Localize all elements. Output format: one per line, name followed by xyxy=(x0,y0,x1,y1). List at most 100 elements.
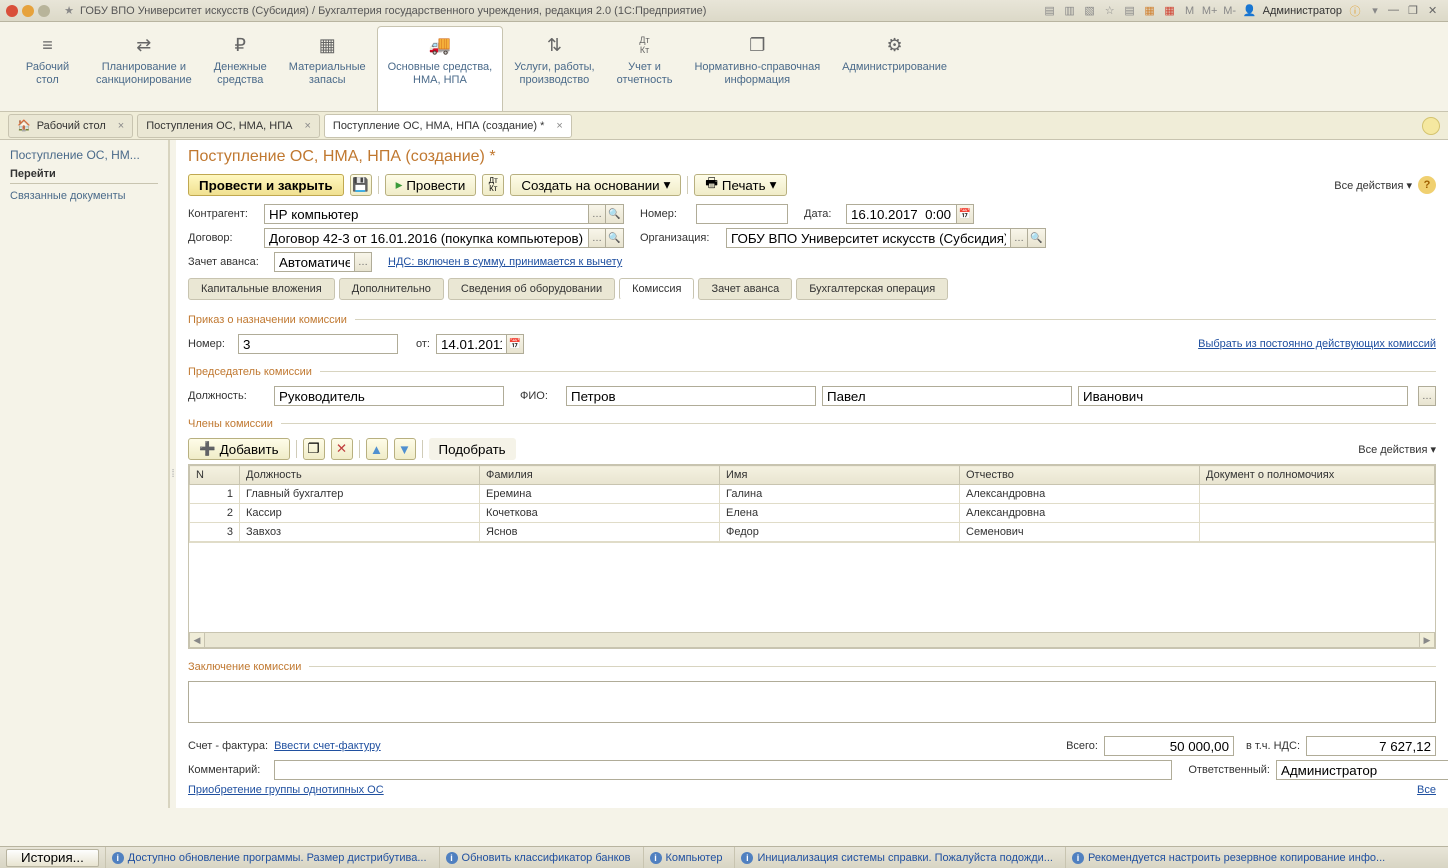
delete-row-button[interactable]: ✕ xyxy=(331,438,353,460)
tab-current[interactable]: Поступление ОС, НМА, НПА (создание) *× xyxy=(324,114,572,138)
nav-materials[interactable]: ▦Материальные запасы xyxy=(278,26,377,111)
col-n[interactable]: N xyxy=(190,466,240,485)
fio-last-input[interactable] xyxy=(566,386,816,406)
calendar-icon[interactable]: ▦ xyxy=(1163,4,1177,18)
tool-icon-1[interactable]: ▤ xyxy=(1043,4,1057,18)
maximize-button[interactable]: ❐ xyxy=(1408,4,1422,18)
tool-icon-3[interactable]: ▧ xyxy=(1083,4,1097,18)
sb-banks[interactable]: iОбновить классификатор банков xyxy=(439,847,637,868)
copy-row-button[interactable]: ❐ xyxy=(303,438,325,460)
mplus-button[interactable]: M+ xyxy=(1203,4,1217,18)
sb-update[interactable]: iДоступно обновление программы. Размер д… xyxy=(105,847,433,868)
info-icon[interactable]: ⓘ xyxy=(1348,4,1362,18)
tool-icon-5[interactable]: ▤ xyxy=(1123,4,1137,18)
print-button[interactable]: 🖶Печать ▾ xyxy=(694,174,787,196)
table-hscroll[interactable]: ◀ ▶ xyxy=(189,632,1435,648)
nav-desktop[interactable]: ≡Рабочий стол xyxy=(10,26,85,111)
conclusion-textarea[interactable] xyxy=(188,681,1436,723)
col-post[interactable]: Должность xyxy=(240,466,480,485)
date-input[interactable] xyxy=(846,204,956,224)
calendar-button[interactable]: 📅 xyxy=(506,334,524,354)
dogovor-input[interactable] xyxy=(264,228,588,248)
help-button[interactable]: ? xyxy=(1418,176,1436,194)
all-actions-menu[interactable]: Все действия ▾ xyxy=(1334,179,1412,192)
move-up-button[interactable]: ▲ xyxy=(366,438,388,460)
move-down-button[interactable]: ▼ xyxy=(394,438,416,460)
nav-assets[interactable]: 🚚Основные средства, НМА, НПА xyxy=(377,26,504,111)
nav-planning[interactable]: ⇄Планирование и санкционирование xyxy=(85,26,203,111)
mminus-button[interactable]: M- xyxy=(1223,4,1237,18)
chairman-post-input[interactable] xyxy=(274,386,504,406)
number-input[interactable] xyxy=(696,204,788,224)
tab-close-icon[interactable]: × xyxy=(556,120,562,132)
sb-computer[interactable]: iКомпьютер xyxy=(643,847,729,868)
col-mid[interactable]: Отчество xyxy=(960,466,1200,485)
tool-icon-2[interactable]: ▥ xyxy=(1063,4,1077,18)
itab-avans[interactable]: Зачет аванса xyxy=(698,278,792,300)
scroll-left-button[interactable]: ◀ xyxy=(189,632,205,648)
sb-help-init[interactable]: iИнициализация системы справки. Пожалуйс… xyxy=(734,847,1059,868)
nav-admin[interactable]: ⚙Администрирование xyxy=(831,26,958,111)
order-from-input[interactable] xyxy=(436,334,506,354)
history-button[interactable]: История... xyxy=(6,849,99,867)
col-doc[interactable]: Документ о полномочиях xyxy=(1200,466,1435,485)
table-row[interactable]: 2КассирКочетковаЕленаАлександровна xyxy=(190,504,1435,523)
fio-ellipsis-button[interactable]: … xyxy=(1418,386,1436,406)
scroll-right-button[interactable]: ▶ xyxy=(1419,632,1435,648)
ellipsis-button[interactable]: … xyxy=(588,228,606,248)
scroll-track[interactable] xyxy=(205,632,1419,648)
nav-services[interactable]: ⇅Услуги, работы, производство xyxy=(503,26,605,111)
comment-input[interactable] xyxy=(274,760,1172,780)
dtkt-button[interactable]: ДтКт xyxy=(482,174,504,196)
nav-money[interactable]: ₽Денежные средства xyxy=(203,26,278,111)
ellipsis-button[interactable]: … xyxy=(354,252,372,272)
zoom-light[interactable] xyxy=(38,5,50,17)
post-button[interactable]: ▸Провести xyxy=(385,174,477,196)
fio-mid-input[interactable] xyxy=(1078,386,1408,406)
avans-input[interactable] xyxy=(274,252,354,272)
sidebar-link-related-docs[interactable]: Связанные документы xyxy=(10,188,158,204)
dropdown-icon[interactable]: ▾ xyxy=(1368,4,1382,18)
choose-commission-link[interactable]: Выбрать из постоянно действующих комисси… xyxy=(1198,338,1436,350)
lookup-button[interactable]: 🔍 xyxy=(1028,228,1046,248)
org-input[interactable] xyxy=(726,228,1010,248)
nav-reference[interactable]: ❐Нормативно-справочная информация xyxy=(683,26,831,111)
itab-capital[interactable]: Капитальные вложения xyxy=(188,278,335,300)
tab-close-icon[interactable]: × xyxy=(304,120,310,132)
itab-equipment[interactable]: Сведения об оборудовании xyxy=(448,278,615,300)
itab-accounting-op[interactable]: Бухгалтерская операция xyxy=(796,278,948,300)
close-light[interactable] xyxy=(6,5,18,17)
itab-additional[interactable]: Дополнительно xyxy=(339,278,444,300)
close-button[interactable]: ✕ xyxy=(1428,4,1442,18)
minimize-button[interactable]: — xyxy=(1388,4,1402,18)
order-num-input[interactable] xyxy=(238,334,398,354)
col-last[interactable]: Фамилия xyxy=(480,466,720,485)
kontragent-input[interactable] xyxy=(264,204,588,224)
members-all-actions[interactable]: Все действия ▾ xyxy=(1358,443,1436,456)
lookup-button[interactable]: 🔍 xyxy=(606,228,624,248)
all-link[interactable]: Все xyxy=(1417,784,1436,796)
col-first[interactable]: Имя xyxy=(720,466,960,485)
tab-list[interactable]: Поступления ОС, НМА, НПА× xyxy=(137,114,320,138)
table-row[interactable]: 1Главный бухгалтерЕреминаГалинаАлександр… xyxy=(190,485,1435,504)
lookup-button[interactable]: 🔍 xyxy=(606,204,624,224)
table-empty-area[interactable] xyxy=(189,542,1435,632)
ellipsis-button[interactable]: … xyxy=(1010,228,1028,248)
add-row-button[interactable]: ➕Добавить xyxy=(188,438,290,460)
save-button[interactable]: 💾 xyxy=(350,174,372,196)
pick-button[interactable]: Подобрать xyxy=(429,438,516,460)
sb-backup[interactable]: iРекомендуется настроить резервное копир… xyxy=(1065,847,1391,868)
favorite-icon[interactable]: ★ xyxy=(62,4,76,18)
post-and-close-button[interactable]: Провести и закрыть xyxy=(188,174,344,196)
tab-close-icon[interactable]: × xyxy=(118,120,124,132)
resp-input[interactable] xyxy=(1276,760,1448,780)
minimize-light[interactable] xyxy=(22,5,34,17)
calc-icon[interactable]: ▦ xyxy=(1143,4,1157,18)
fio-first-input[interactable] xyxy=(822,386,1072,406)
tabrow-menu-button[interactable] xyxy=(1422,117,1440,135)
table-row[interactable]: 3ЗавхозЯсновФедорСеменович xyxy=(190,523,1435,542)
create-based-button[interactable]: Создать на основании ▾ xyxy=(510,174,681,196)
calendar-button[interactable]: 📅 xyxy=(956,204,974,224)
star-icon[interactable]: ☆ xyxy=(1103,4,1117,18)
tab-desktop[interactable]: 🏠Рабочий стол× xyxy=(8,114,133,138)
